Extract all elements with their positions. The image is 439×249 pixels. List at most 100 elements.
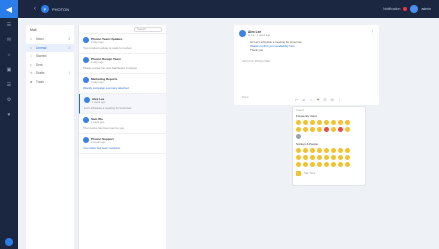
hand-emoji-icon[interactable] — [296, 171, 301, 176]
folder-trash[interactable]: ✖ Trash — [26, 78, 74, 87]
org-name[interactable]: PHOTON — [52, 7, 69, 12]
emoji-icon[interactable] — [310, 127, 315, 132]
emoji-icon[interactable] — [331, 120, 336, 125]
emoji-icon[interactable] — [338, 148, 343, 153]
message-item[interactable]: Marketing Reports 4 days ago Weekly campa… — [79, 74, 166, 94]
app-logo-icon[interactable]: ◀ — [0, 0, 18, 18]
user-avatar[interactable] — [410, 5, 419, 13]
forward-icon[interactable]: ✉ — [331, 98, 334, 102]
emoji-icon[interactable] — [338, 155, 343, 160]
emoji-icon[interactable] — [324, 162, 329, 167]
mail-icon[interactable]: ✉ — [0, 33, 18, 48]
heart-emoji-icon[interactable] — [324, 127, 329, 132]
emoji-icon[interactable] — [324, 120, 329, 125]
emoji-icon[interactable] — [345, 127, 350, 132]
emoji-icon[interactable] — [317, 162, 322, 167]
notification-badge — [403, 7, 408, 11]
message-preview: Weekly campaign summary attached — [83, 86, 129, 90]
emoji-icon[interactable] — [338, 120, 343, 125]
emoji-icon[interactable] — [331, 162, 336, 167]
menu-icon[interactable]: ☰ — [0, 18, 18, 33]
message-time: 2 weeks ago — [91, 141, 106, 144]
flag-icon[interactable]: ⚑ — [317, 98, 320, 102]
reply-label[interactable]: Reply — [242, 96, 249, 99]
message-item[interactable]: Photon Design Team 3 days ago Please revi… — [79, 54, 166, 74]
skin-tone-label[interactable]: Skin Tone — [304, 172, 315, 175]
emoji-icon[interactable] — [345, 120, 350, 125]
emoji-icon[interactable] — [331, 148, 336, 153]
emoji-category-label: Smileys & People — [296, 142, 318, 146]
emoji-search-input[interactable]: Search — [296, 109, 362, 112]
emoji-icon[interactable] — [310, 148, 315, 153]
emoji-icon[interactable] — [310, 120, 315, 125]
emoji-icon[interactable] — [296, 155, 301, 160]
sender-avatar — [84, 97, 90, 103]
folder-sent[interactable]: ▷ Sent — [26, 61, 74, 70]
unread-icon: □ — [30, 45, 32, 50]
top-bar: ◀ ‹ P PHOTON Notification admin — [0, 0, 439, 18]
emoji-icon[interactable] — [324, 155, 329, 160]
emoji-row — [296, 161, 362, 168]
emoji-icon[interactable] — [331, 155, 336, 160]
folder-inbox[interactable]: □ Inbox 4 — [26, 35, 74, 44]
org-avatar[interactable]: P — [41, 5, 49, 13]
apps-icon[interactable]: ▣ — [0, 63, 18, 78]
message-item-selected[interactable]: Alex Lee 1 week ago Let's schedule a meet… — [79, 94, 166, 114]
folder-unread[interactable]: □ Unread 2 — [26, 43, 74, 52]
emoji-icon[interactable] — [345, 162, 350, 167]
notifications-text[interactable]: Notification — [383, 7, 400, 11]
emoji-icon[interactable] — [331, 127, 336, 132]
emoji-icon[interactable] — [317, 120, 322, 125]
emoji-icon[interactable] — [317, 148, 322, 153]
emoji-icon[interactable] — [303, 162, 308, 167]
message-item[interactable]: Sam Wu 1 week ago The invoice has been se… — [79, 114, 166, 134]
settings-icon[interactable]: ⚙ — [0, 93, 18, 108]
search-input[interactable]: Search — [134, 26, 162, 32]
list-icon[interactable]: ☰ — [0, 78, 18, 93]
emoji-icon[interactable] — [324, 148, 329, 153]
emoji-icon[interactable] — [296, 127, 301, 132]
emoji-icon[interactable] — [345, 155, 350, 160]
emoji-icon[interactable]: ☺ — [302, 98, 306, 102]
folder-drafts[interactable]: ✎ Drafts 1 — [26, 69, 74, 78]
emoji-icon[interactable] — [303, 127, 308, 132]
more-icon[interactable]: ⋮ — [338, 98, 342, 102]
favorites-icon[interactable]: ♥ — [0, 108, 18, 123]
back-icon[interactable]: ‹ — [34, 6, 36, 12]
message-meta: Photon Design Team 3 days ago — [91, 57, 121, 64]
folder-label: Drafts — [36, 71, 45, 76]
attach-icon[interactable]: ⎘ — [324, 98, 327, 102]
heart-emoji-icon[interactable] — [338, 127, 343, 132]
message-item[interactable]: Photon Support 2 weeks ago Your ticket ha… — [79, 134, 166, 154]
sender-info: Alex Lee to me · 1 week ago — [248, 30, 270, 37]
emoji-icon[interactable] — [338, 162, 343, 167]
profile-icon[interactable] — [5, 238, 13, 246]
folder-label: Trash — [36, 79, 45, 84]
emoji-icon[interactable] — [296, 148, 301, 153]
emoji-icon[interactable] — [296, 162, 301, 167]
emoji-icon[interactable] — [317, 127, 322, 132]
message-header: Alex Lee to me · 1 week ago ⋮ — [234, 25, 379, 37]
message-preview: Let's schedule a meeting for tomorrow — [84, 106, 132, 110]
folders-title: Mail — [30, 28, 37, 32]
emoji-icon[interactable] — [317, 155, 322, 160]
star-icon[interactable]: ☆ — [310, 98, 313, 102]
message-head: Sam Wu 1 week ago — [83, 117, 162, 124]
emoji-icon[interactable] — [310, 162, 315, 167]
user-name[interactable]: admin — [421, 7, 431, 11]
emoji-icon[interactable] — [310, 155, 315, 160]
emoji-icon[interactable] — [345, 148, 350, 153]
emoji-icon[interactable] — [296, 134, 301, 139]
more-actions-icon[interactable]: ⋮ — [371, 30, 375, 34]
emoji-icon[interactable] — [303, 148, 308, 153]
message-meta: Photon Support 2 weeks ago — [91, 137, 114, 144]
reply-icon[interactable]: ↩ — [295, 98, 298, 102]
emoji-icon[interactable] — [296, 120, 301, 125]
emoji-icon[interactable] — [303, 155, 308, 160]
logo-glyph: ◀ — [5, 4, 13, 14]
dashboard-icon[interactable]: ☼ — [0, 48, 18, 63]
emoji-row — [296, 133, 362, 140]
emoji-icon[interactable] — [303, 120, 308, 125]
message-item[interactable]: Photon Team Updates 2 days ago Your produ… — [79, 34, 166, 54]
folder-starred[interactable]: ☆ Starred — [26, 52, 74, 61]
